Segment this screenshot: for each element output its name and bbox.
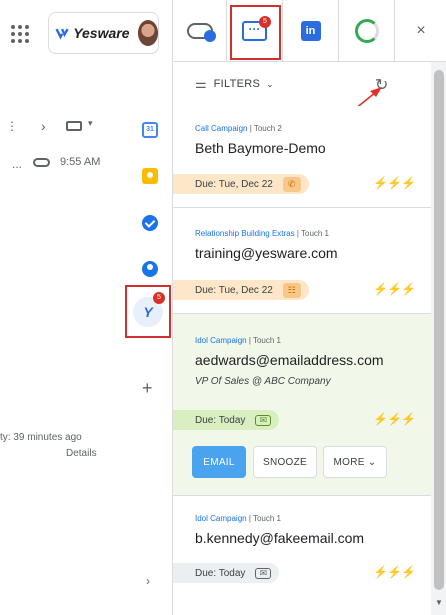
- progress-ring-icon: [354, 19, 379, 43]
- reminder-card[interactable]: Idol Campaign | Touch 1 b.kennedy@fakeem…: [173, 496, 431, 615]
- cloud-icon: [186, 23, 216, 42]
- tab-cloud-sync[interactable]: [173, 0, 227, 62]
- keep-icon[interactable]: [142, 168, 158, 184]
- scrollbar-thumb[interactable]: [434, 70, 444, 590]
- avatar[interactable]: [137, 20, 158, 46]
- card-meta: Call Campaign | Touch 2: [195, 124, 282, 133]
- reminder-card-active[interactable]: Idol Campaign | Touch 1 aedwards@emailad…: [173, 314, 431, 496]
- close-button[interactable]: ×: [395, 0, 446, 62]
- email-icon: ✉: [255, 414, 272, 426]
- tab-progress[interactable]: [339, 0, 395, 62]
- add-addon-icon[interactable]: +: [142, 378, 153, 399]
- steps-icon: ⚡⚡⚡: [373, 412, 416, 426]
- tab-linkedin[interactable]: in: [283, 0, 339, 62]
- due-badge: Due: Tue, Dec 22 ☷: [173, 280, 309, 300]
- card-title: aedwards@emailaddress.com: [195, 352, 384, 368]
- yesware-addon-highlight[interactable]: Y 5: [125, 285, 171, 338]
- snooze-button[interactable]: SNOOZE: [253, 446, 317, 478]
- card-meta: Idol Campaign | Touch 1: [195, 336, 281, 345]
- chevron-down-icon: ⌄: [266, 78, 274, 89]
- card-subtitle: VP Of Sales @ ABC Company: [195, 376, 331, 387]
- reminder-card[interactable]: Relationship Building Extras | Touch 1 t…: [173, 208, 431, 314]
- reminders-badge: 5: [259, 16, 271, 28]
- yesware-account-button[interactable]: Yesware: [48, 12, 159, 54]
- details-link[interactable]: Details: [66, 448, 97, 459]
- last-activity-text: ty: 39 minutes ago: [0, 432, 82, 443]
- card-title: training@yesware.com: [195, 245, 338, 261]
- reminder-card[interactable]: Call Campaign | Touch 2 Beth Baymore-Dem…: [173, 106, 431, 208]
- screen: Yesware ⋮ › ▾ ... 9:55 AM ty: 39 minutes…: [0, 0, 446, 615]
- steps-icon: ⚡⚡⚡: [373, 282, 416, 296]
- more-button[interactable]: MORE ⌄: [323, 446, 387, 478]
- filters-label: FILTERS: [213, 78, 261, 90]
- email-icon: ✉: [255, 567, 272, 579]
- linkedin-icon: in: [300, 21, 321, 41]
- chevron-down-icon[interactable]: ▾: [88, 118, 93, 129]
- tab-reminders-highlight: [230, 5, 281, 60]
- card-title: Beth Baymore-Demo: [195, 140, 326, 156]
- calendar-icon[interactable]: 31: [142, 122, 158, 138]
- scroll-down-icon[interactable]: ▼: [435, 598, 443, 607]
- yesware-logo-icon: [55, 28, 69, 40]
- card-title: b.kennedy@fakeemail.com: [195, 530, 365, 546]
- filter-bar[interactable]: ⚌ FILTERS ⌄: [173, 62, 431, 106]
- contacts-icon[interactable]: [142, 261, 158, 277]
- due-badge: Due: Today ✉: [173, 563, 280, 583]
- refresh-icon[interactable]: ↻: [375, 75, 388, 95]
- card-meta: Idol Campaign | Touch 1: [195, 514, 281, 523]
- yesware-addon-badge: 5: [153, 292, 165, 304]
- email-row-time: 9:55 AM: [60, 156, 101, 168]
- task-icon: ☷: [282, 282, 301, 298]
- tasks-icon[interactable]: [142, 215, 158, 231]
- due-badge: Due: Tue, Dec 22 ✆: [173, 174, 309, 194]
- phone-icon: ✆: [282, 176, 301, 192]
- yesware-brand: Yesware: [73, 25, 130, 41]
- card-meta: Relationship Building Extras | Touch 1: [195, 229, 330, 238]
- expand-panel-icon[interactable]: ›: [146, 574, 150, 588]
- due-badge: Due: Today ✉: [173, 410, 280, 430]
- filter-sliders-icon: ⚌: [195, 76, 207, 91]
- more-options-icon[interactable]: ⋮: [6, 119, 18, 133]
- email-button[interactable]: EMAIL: [192, 446, 246, 478]
- steps-icon: ⚡⚡⚡: [373, 565, 416, 579]
- keyboard-icon[interactable]: [66, 121, 82, 131]
- attachment-icon: [33, 158, 50, 167]
- steps-icon: ⚡⚡⚡: [373, 176, 416, 190]
- ellipsis-icon: ...: [12, 157, 23, 171]
- apps-grid-icon[interactable]: [11, 25, 29, 43]
- addon-rail: 31: [128, 110, 172, 410]
- next-page-icon[interactable]: ›: [41, 118, 46, 134]
- panel-tabbar: ··· 5 in ×: [173, 0, 446, 62]
- yesware-panel: ··· 5 in × ⚌ FILTERS ⌄ ↻ ▼ Call Campaign…: [172, 0, 446, 615]
